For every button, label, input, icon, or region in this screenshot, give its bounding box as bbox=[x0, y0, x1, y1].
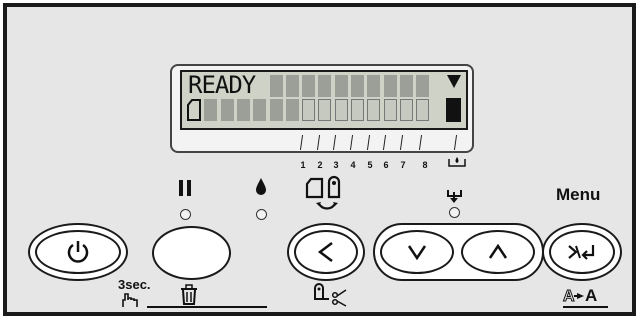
lcd-cell bbox=[367, 99, 381, 121]
tick-label-4: 4 bbox=[350, 160, 356, 170]
tick-label-5: 5 bbox=[367, 160, 373, 170]
paper-feed-up-button[interactable] bbox=[461, 230, 535, 274]
lcd-cell bbox=[318, 75, 332, 97]
lcd-cell bbox=[285, 99, 299, 121]
tick-label-1: 1 bbox=[300, 160, 306, 170]
trash-icon bbox=[181, 284, 197, 305]
lcd-ink-level-block bbox=[446, 98, 461, 122]
lcd-cell bbox=[383, 99, 397, 121]
paper-source-icon bbox=[305, 175, 341, 210]
lcd-cell bbox=[302, 99, 316, 121]
lcd-paper-icon bbox=[187, 99, 201, 121]
ink-drop-icon bbox=[256, 178, 266, 195]
lcd-cell bbox=[383, 75, 397, 97]
enter-icon bbox=[568, 245, 595, 260]
lcd-cell bbox=[269, 99, 283, 121]
paper-feed-button-group bbox=[373, 223, 544, 281]
lcd-cell bbox=[220, 99, 234, 121]
paper-feed-led bbox=[449, 207, 460, 218]
lcd-cell bbox=[416, 99, 430, 121]
tick-label-3: 3 bbox=[333, 160, 339, 170]
up-arrow-icon bbox=[488, 243, 508, 259]
lcd-cell bbox=[285, 75, 299, 97]
tick-label-8: 8 bbox=[422, 160, 428, 170]
lcd-cell bbox=[318, 99, 332, 121]
menu-label: Menu bbox=[556, 185, 601, 204]
lcd-cell bbox=[302, 75, 316, 97]
lcd-cell bbox=[351, 99, 364, 121]
lcd-cell bbox=[334, 75, 348, 97]
svg-text:A: A bbox=[585, 286, 597, 305]
lcd-cell bbox=[416, 75, 430, 97]
left-arrow-icon bbox=[317, 242, 333, 262]
lcd-cell bbox=[399, 75, 413, 97]
maintenance-tank-icon bbox=[448, 157, 466, 167]
menu-enter-button[interactable] bbox=[542, 223, 622, 281]
svg-text:A: A bbox=[563, 288, 575, 305]
lcd-cell bbox=[253, 99, 267, 121]
lcd-cell bbox=[269, 75, 283, 97]
down-arrow-icon bbox=[407, 245, 427, 261]
pause-led bbox=[180, 209, 191, 220]
hand-press-icon bbox=[122, 293, 138, 307]
three-sec-underline bbox=[147, 306, 267, 308]
lcd-cell bbox=[334, 99, 348, 121]
lcd-cell bbox=[399, 99, 413, 121]
paper-source-button[interactable] bbox=[287, 223, 365, 281]
tick-label-7: 7 bbox=[400, 160, 406, 170]
font-change-underline bbox=[563, 306, 608, 308]
tick-label-2: 2 bbox=[317, 160, 323, 170]
lcd-cell bbox=[367, 75, 381, 97]
lcd-status-triangle-icon bbox=[447, 75, 461, 88]
lcd-cell bbox=[351, 75, 364, 97]
paper-feed-icon bbox=[447, 190, 462, 203]
power-button[interactable] bbox=[28, 223, 128, 281]
tick-label-6: 6 bbox=[383, 160, 389, 170]
pause-icon bbox=[179, 180, 191, 196]
lcd-cell bbox=[204, 99, 218, 121]
lcd-cell bbox=[236, 99, 250, 121]
pause-button[interactable] bbox=[152, 226, 231, 280]
paper-cut-icon bbox=[314, 283, 347, 307]
ink-led bbox=[256, 209, 267, 220]
lcd-status-text: READY bbox=[188, 71, 256, 99]
font-change-icon: A A bbox=[563, 286, 598, 306]
power-icon bbox=[67, 241, 89, 263]
paper-feed-down-button[interactable] bbox=[380, 230, 454, 274]
